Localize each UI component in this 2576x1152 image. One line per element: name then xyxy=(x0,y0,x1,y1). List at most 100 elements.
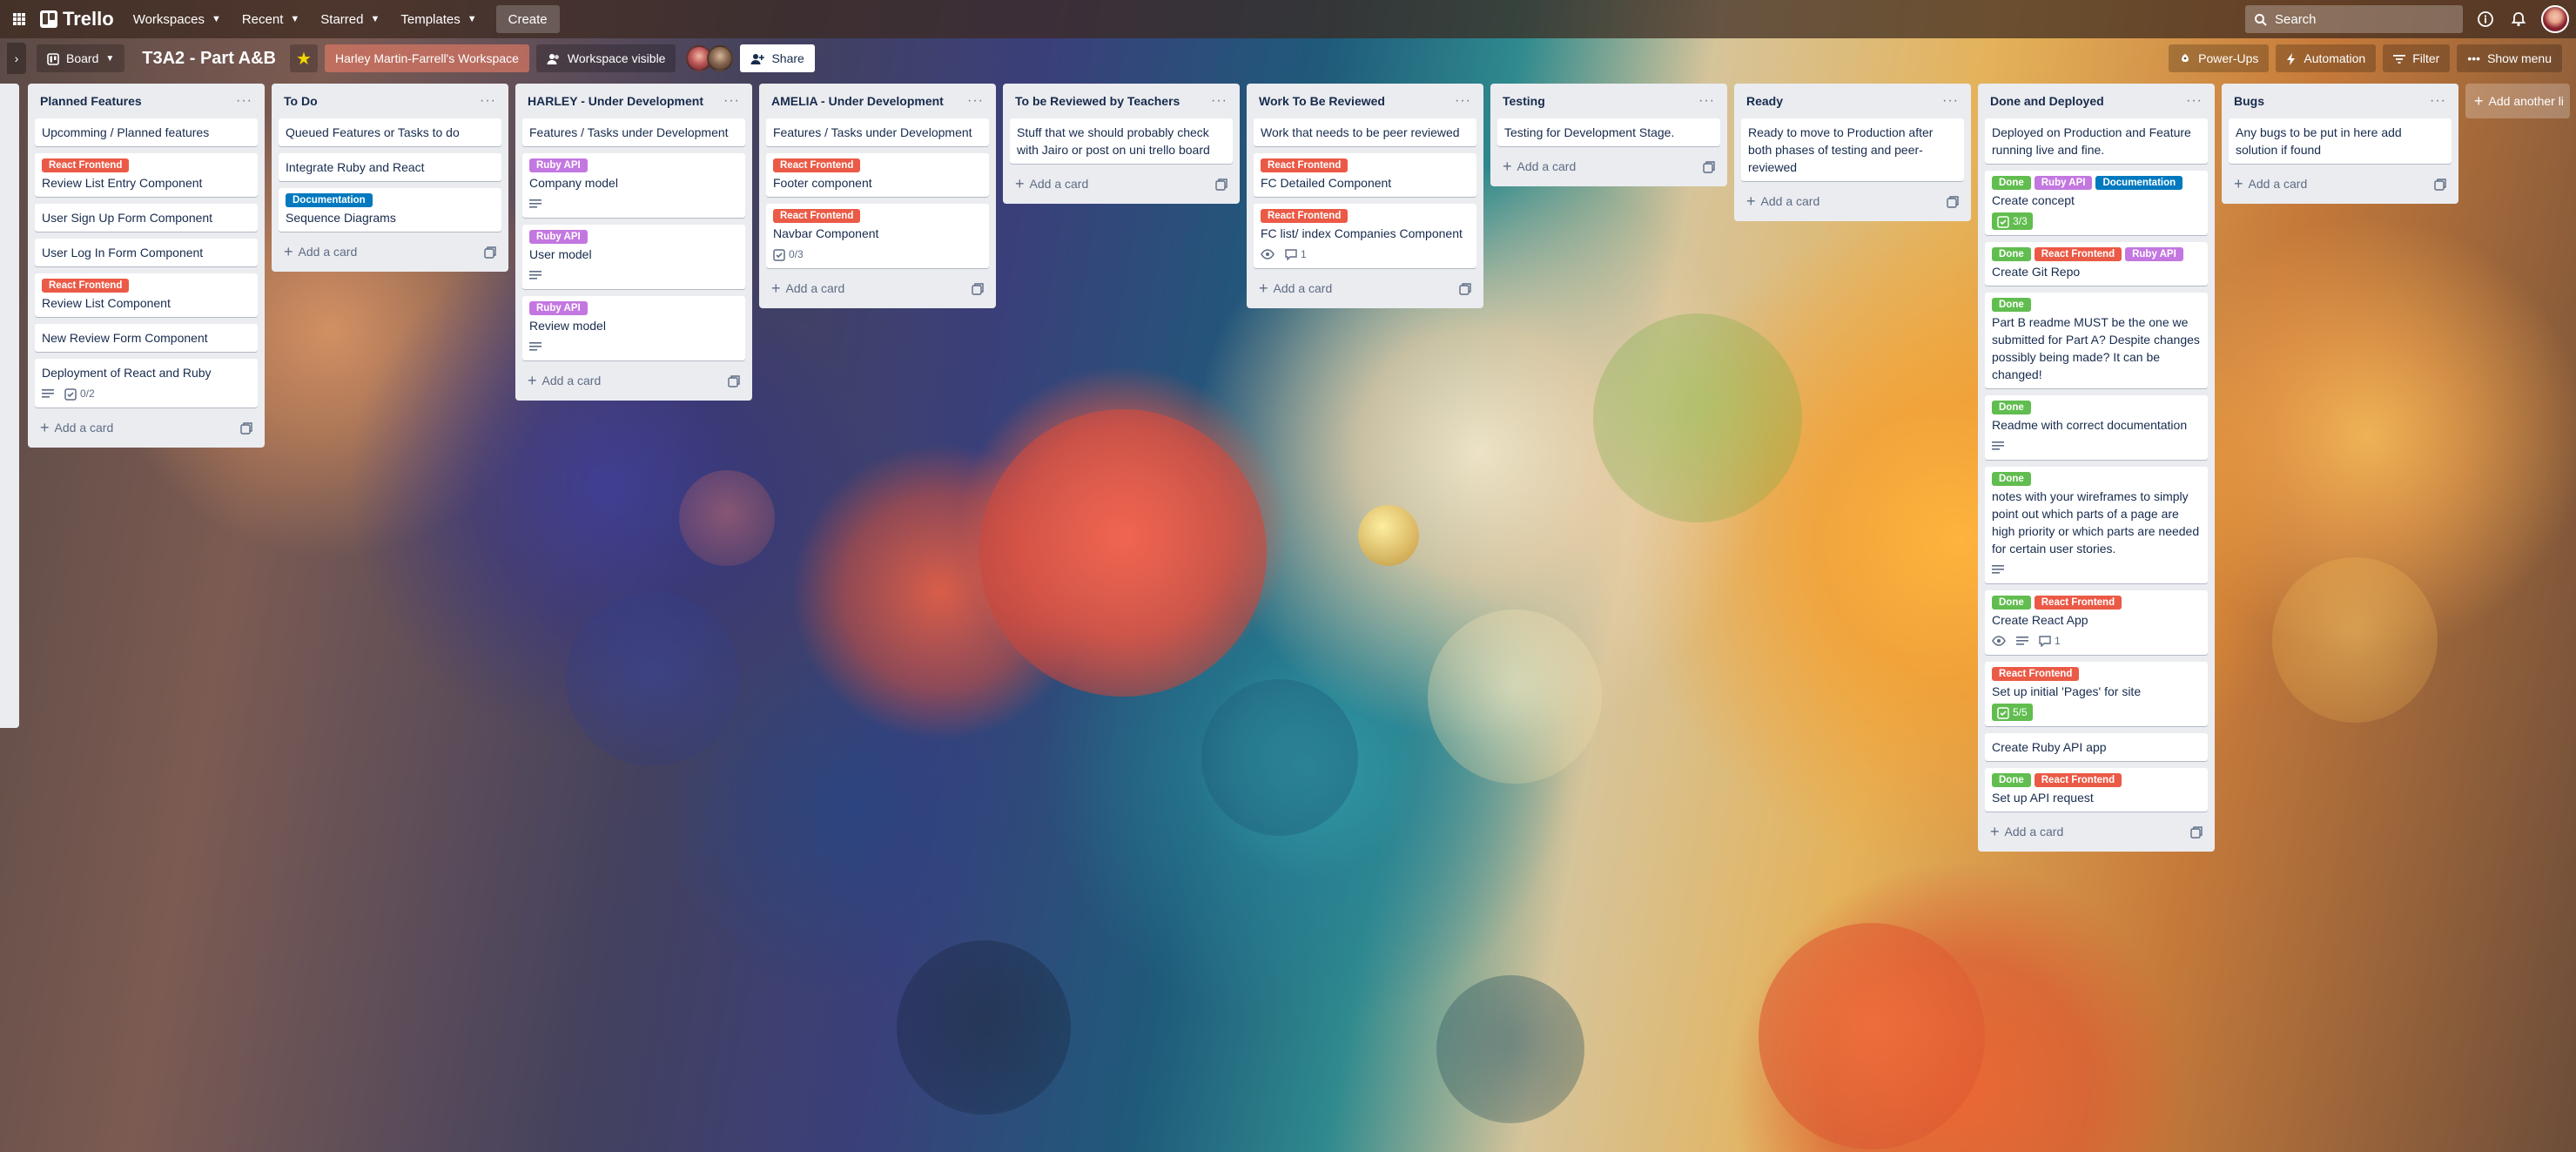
board-title[interactable]: T3A2 - Part A&B xyxy=(131,44,286,72)
add-card-button[interactable]: + Add a card xyxy=(1985,819,2208,845)
star-icon[interactable]: ★ xyxy=(290,44,318,72)
card[interactable]: Ruby API Review model xyxy=(522,296,745,360)
more-icon[interactable]: ··· xyxy=(480,93,496,109)
filter-button[interactable]: Filter xyxy=(2383,44,2451,72)
card[interactable]: Documentation Sequence Diagrams xyxy=(279,188,501,232)
previous-list-stub[interactable] xyxy=(0,84,19,728)
list-title[interactable]: Testing xyxy=(1503,94,1698,108)
app-switcher-icon[interactable] xyxy=(7,7,31,31)
menu-templates[interactable]: Templates ▼ xyxy=(390,5,487,33)
show-menu-button[interactable]: ••• Show menu xyxy=(2457,44,2562,72)
add-card-button[interactable]: + Add a card xyxy=(1010,171,1233,197)
add-card-button[interactable]: + Add a card xyxy=(522,367,745,394)
more-icon[interactable]: ··· xyxy=(1455,93,1471,109)
create-from-template-icon[interactable] xyxy=(728,374,740,387)
more-icon[interactable]: ··· xyxy=(2186,93,2203,109)
add-card-button[interactable]: + Add a card xyxy=(2229,171,2452,197)
more-icon[interactable]: ··· xyxy=(723,93,740,109)
trello-logo[interactable]: Trello xyxy=(31,8,123,30)
card[interactable]: Create Ruby API app xyxy=(1985,733,2208,761)
card[interactable]: Done React Frontend Create React App 1 xyxy=(1985,590,2208,655)
powerups-button[interactable]: Power-Ups xyxy=(2169,44,2270,72)
more-icon[interactable]: ··· xyxy=(1942,93,1959,109)
card[interactable]: React Frontend Review List Entry Componen… xyxy=(35,153,258,197)
card[interactable]: Done React Frontend Ruby API Create Git Rep… xyxy=(1985,242,2208,286)
menu-starred[interactable]: Starred ▼ xyxy=(310,5,390,33)
list-title[interactable]: AMELIA - Under Development xyxy=(771,94,967,108)
card[interactable]: React Frontend Footer component xyxy=(766,153,989,197)
list-title[interactable]: To be Reviewed by Teachers xyxy=(1015,94,1211,108)
card[interactable]: Done Ruby API Documentation Create concept 3… xyxy=(1985,171,2208,235)
list-title[interactable]: Done and Deployed xyxy=(1990,94,2186,108)
card[interactable]: React Frontend Set up initial 'Pages' for… xyxy=(1985,662,2208,726)
card[interactable]: User Log In Form Component xyxy=(35,239,258,266)
card[interactable]: Upcomming / Planned features xyxy=(35,118,258,146)
list-title[interactable]: Work To Be Reviewed xyxy=(1259,94,1455,108)
card[interactable]: Done React Frontend Set up API request xyxy=(1985,768,2208,812)
card[interactable]: Queued Features or Tasks to do xyxy=(279,118,501,146)
create-button[interactable]: Create xyxy=(495,5,560,33)
add-card-button[interactable]: + Add a card xyxy=(1741,188,1964,214)
create-from-template-icon[interactable] xyxy=(1459,281,1471,295)
bell-icon[interactable] xyxy=(2508,9,2529,30)
card[interactable]: Deployment of React and Ruby 0/2 xyxy=(35,359,258,408)
more-icon[interactable]: ··· xyxy=(1698,93,1715,109)
automation-button[interactable]: Automation xyxy=(2276,44,2377,72)
card[interactable]: Any bugs to be put in here add solution … xyxy=(2229,118,2452,164)
search-input[interactable]: Search xyxy=(2245,5,2463,33)
card[interactable]: Integrate Ruby and React xyxy=(279,153,501,181)
card[interactable]: Stuff that we should probably check with… xyxy=(1010,118,1233,164)
more-icon[interactable]: ··· xyxy=(236,93,252,109)
add-card-button[interactable]: + Add a card xyxy=(766,275,989,301)
card[interactable]: Done notes with your wireframes to simply… xyxy=(1985,467,2208,583)
list-title[interactable]: Ready xyxy=(1746,94,1942,108)
card[interactable]: Testing for Development Stage. xyxy=(1497,118,1720,146)
card[interactable]: New Review Form Component xyxy=(35,324,258,352)
card[interactable]: Work that needs to be peer reviewed xyxy=(1254,118,1476,146)
create-from-template-icon[interactable] xyxy=(1947,194,1959,208)
card[interactable]: User Sign Up Form Component xyxy=(35,204,258,232)
create-from-template-icon[interactable] xyxy=(484,245,496,259)
card[interactable]: Ruby API Company model xyxy=(522,153,745,218)
sidebar-expand-button[interactable]: › xyxy=(7,43,26,74)
visibility-button[interactable]: Workspace visible xyxy=(535,44,676,72)
list-title[interactable]: Bugs xyxy=(2234,94,2430,108)
create-from-template-icon[interactable] xyxy=(2434,177,2446,191)
label-done: Done xyxy=(1992,298,2031,312)
account-avatar[interactable] xyxy=(2541,5,2569,33)
card[interactable]: Done Readme with correct documentation xyxy=(1985,395,2208,460)
card[interactable]: Features / Tasks under Development xyxy=(766,118,989,146)
list-title[interactable]: Planned Features xyxy=(40,94,236,108)
card[interactable]: React Frontend Review List Component xyxy=(35,273,258,317)
create-from-template-icon[interactable] xyxy=(1215,177,1227,191)
info-icon[interactable] xyxy=(2475,9,2496,30)
add-another-list-button[interactable]: + Add another li xyxy=(2465,84,2570,118)
card[interactable]: React Frontend Navbar Component 0/3 xyxy=(766,204,989,268)
workspace-button[interactable]: Harley Martin-Farrell's Workspace xyxy=(325,44,529,72)
more-icon[interactable]: ··· xyxy=(967,93,984,109)
add-card-button[interactable]: + Add a card xyxy=(1497,153,1720,179)
list-title[interactable]: To Do xyxy=(284,94,480,108)
add-card-button[interactable]: + Add a card xyxy=(1254,275,1476,301)
list-title[interactable]: HARLEY - Under Development xyxy=(528,94,723,108)
menu-workspaces[interactable]: Workspaces ▼ xyxy=(123,5,232,33)
card[interactable]: Deployed on Production and Feature runni… xyxy=(1985,118,2208,164)
more-icon[interactable]: ··· xyxy=(2430,93,2446,109)
more-icon[interactable]: ··· xyxy=(1211,93,1227,109)
create-from-template-icon[interactable] xyxy=(2190,825,2203,839)
card[interactable]: Features / Tasks under Development xyxy=(522,118,745,146)
card[interactable]: React Frontend FC Detailed Component xyxy=(1254,153,1476,197)
board-view-switcher[interactable]: Board ▼ xyxy=(37,44,125,72)
add-card-button[interactable]: + Add a card xyxy=(35,414,258,441)
create-from-template-icon[interactable] xyxy=(1703,159,1715,173)
card[interactable]: Done Part B readme MUST be the one we sub… xyxy=(1985,293,2208,388)
card[interactable]: Ready to move to Production after both p… xyxy=(1741,118,1964,181)
member-avatar[interactable] xyxy=(707,45,734,71)
card[interactable]: Ruby API User model xyxy=(522,225,745,289)
menu-recent[interactable]: Recent ▼ xyxy=(232,5,310,33)
add-card-button[interactable]: + Add a card xyxy=(279,239,501,265)
share-button[interactable]: Share xyxy=(740,44,815,72)
create-from-template-icon[interactable] xyxy=(972,281,984,295)
card[interactable]: React Frontend FC list/ index Companies C… xyxy=(1254,204,1476,268)
create-from-template-icon[interactable] xyxy=(240,421,252,435)
